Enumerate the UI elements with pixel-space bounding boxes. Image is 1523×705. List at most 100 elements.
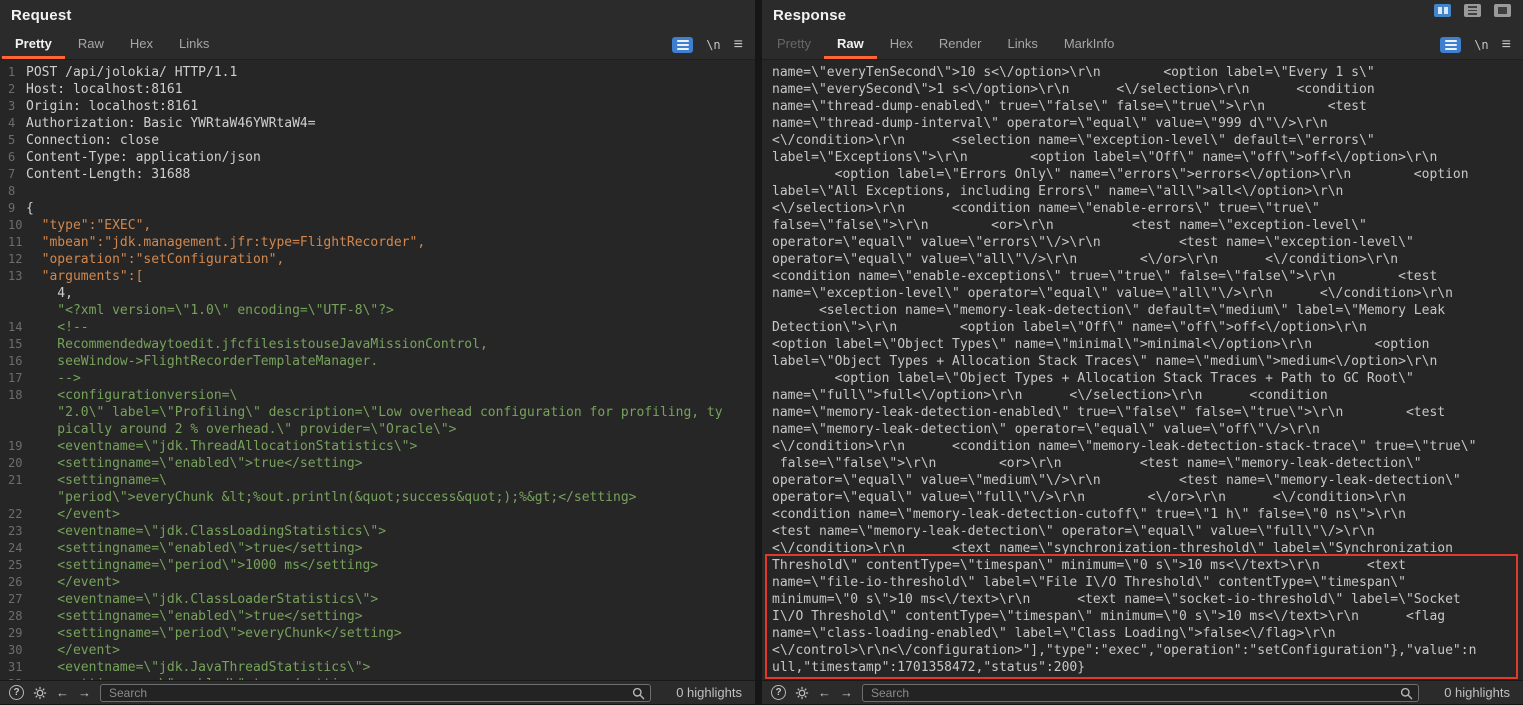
request-line: 31 <eventname=\"jdk.JavaThreadStatistics…: [0, 659, 755, 676]
panel-splitter[interactable]: [755, 0, 762, 704]
response-line: operator=\"equal\" value=\"medium\"\/>\r…: [762, 472, 1523, 489]
response-line: I\/O Threshold\" contentType=\"timespan\…: [762, 608, 1523, 625]
line-number: 14: [0, 319, 26, 336]
response-tab-markinfo[interactable]: MarkInfo: [1051, 30, 1128, 59]
line-number: [0, 489, 26, 506]
line-text: <settingname=\"enabled\">true</setting>: [26, 676, 363, 680]
request-tab-pretty[interactable]: Pretty: [2, 30, 65, 59]
response-tab-hex[interactable]: Hex: [877, 30, 926, 59]
response-line: name=\"file-io-threshold\" label=\"File …: [762, 574, 1523, 591]
line-number: 30: [0, 642, 26, 659]
nonprintable-chars-toggle[interactable]: \n: [1474, 38, 1488, 52]
response-editor[interactable]: name=\"everyTenSecond\">10 s<\/option>\r…: [762, 60, 1523, 680]
line-text: <settingname=\"period\">1000 ms</setting…: [26, 557, 378, 574]
line-text: <settingname=\: [26, 472, 167, 489]
line-number: 21: [0, 472, 26, 489]
nonprintable-chars-toggle[interactable]: \n: [706, 38, 720, 52]
response-line: label=\"Exceptions\">\r\n <option label=…: [762, 149, 1523, 166]
help-icon[interactable]: ?: [9, 685, 24, 700]
line-number: 26: [0, 574, 26, 591]
previous-match-button[interactable]: ←: [56, 685, 69, 700]
response-tabbar: PrettyRawHexRenderLinksMarkInfo \n ≡: [762, 30, 1523, 60]
beautify-icon[interactable]: [1440, 37, 1461, 53]
line-number: 13: [0, 268, 26, 285]
line-text: "period\">everyChunk &lt;%out.println(&q…: [26, 489, 636, 506]
previous-match-button[interactable]: ←: [818, 685, 831, 700]
request-panel: Request PrettyRawHexLinks \n ≡ 1POST /ap…: [0, 0, 755, 704]
response-raw-text: name=\"everyTenSecond\">10 s<\/option>\r…: [762, 64, 1523, 676]
response-tab-raw[interactable]: Raw: [824, 30, 877, 59]
response-line: name=\"memory-leak-detection\" operator=…: [762, 421, 1523, 438]
request-line: 30 </event>: [0, 642, 755, 659]
response-tab-pretty[interactable]: Pretty: [764, 30, 824, 59]
line-number: 27: [0, 591, 26, 608]
response-line: <condition name=\"enable-exceptions\" tr…: [762, 268, 1523, 285]
line-number: 9: [0, 200, 26, 217]
response-line: name=\"exception-level\" operator=\"equa…: [762, 285, 1523, 302]
next-match-button[interactable]: →: [840, 685, 853, 700]
response-tabs: PrettyRawHexRenderLinksMarkInfo: [762, 30, 1127, 59]
request-search-field: [100, 684, 651, 702]
search-settings-gear-icon[interactable]: [795, 686, 809, 700]
next-match-button[interactable]: →: [78, 685, 91, 700]
response-searchbar: ? ← → 0 highlights: [762, 680, 1523, 704]
request-searchbar: ? ← → 0 highlights: [0, 680, 755, 704]
request-line: 23 <eventname=\"jdk.ClassLoadingStatisti…: [0, 523, 755, 540]
line-number: 12: [0, 251, 26, 268]
line-text: Content-Length: 31688: [26, 166, 190, 183]
search-icon[interactable]: [1400, 687, 1413, 705]
layout-columns-button[interactable]: [1434, 4, 1451, 17]
request-search-input[interactable]: [100, 684, 651, 702]
beautify-icon[interactable]: [672, 37, 693, 53]
response-line: <test name=\"memory-leak-detection\" ope…: [762, 523, 1523, 540]
request-line: 10 "type":"EXEC",: [0, 217, 755, 234]
request-line: "period\">everyChunk &lt;%out.println(&q…: [0, 489, 755, 506]
request-line: 19 <eventname=\"jdk.ThreadAllocationStat…: [0, 438, 755, 455]
editor-menu-icon[interactable]: ≡: [1502, 37, 1511, 53]
line-text: "type":"EXEC",: [26, 217, 151, 234]
response-line: <\/selection>\r\n <condition name=\"enab…: [762, 200, 1523, 217]
line-number: 20: [0, 455, 26, 472]
search-settings-gear-icon[interactable]: [33, 686, 47, 700]
line-number: 19: [0, 438, 26, 455]
request-line: 20 <settingname=\"enabled\">true</settin…: [0, 455, 755, 472]
line-text: POST /api/jolokia/ HTTP/1.1: [26, 64, 237, 81]
request-editor[interactable]: 1POST /api/jolokia/ HTTP/1.12Host: local…: [0, 60, 755, 680]
request-line: 17 -->: [0, 370, 755, 387]
response-search-input[interactable]: [862, 684, 1419, 702]
response-line: false=\"false\">\r\n <or>\r\n <test name…: [762, 455, 1523, 472]
request-line: 3Origin: localhost:8161: [0, 98, 755, 115]
line-text: seeWindow->FlightRecorderTemplateManager…: [26, 353, 378, 370]
request-tab-raw[interactable]: Raw: [65, 30, 117, 59]
line-text: </event>: [26, 574, 120, 591]
request-line: 11 "mbean":"jdk.management.jfr:type=Flig…: [0, 234, 755, 251]
request-highlights-count: 0 highlights: [660, 685, 746, 700]
response-line: <\/condition>\r\n <selection name=\"exce…: [762, 132, 1523, 149]
http-message-viewer: Request PrettyRawHexLinks \n ≡ 1POST /ap…: [0, 0, 1523, 704]
layout-controls: [1434, 4, 1511, 17]
line-number: [0, 421, 26, 438]
request-tab-hex[interactable]: Hex: [117, 30, 166, 59]
search-icon[interactable]: [632, 687, 645, 705]
request-tab-links[interactable]: Links: [166, 30, 222, 59]
line-number: [0, 285, 26, 302]
line-text: {: [26, 200, 34, 217]
response-title: Response: [773, 7, 846, 24]
layout-rows-button[interactable]: [1464, 4, 1481, 17]
request-line: 21 <settingname=\: [0, 472, 755, 489]
response-tab-links[interactable]: Links: [994, 30, 1050, 59]
line-text: Recommendedwaytoedit.jfcfilesistouseJava…: [26, 336, 488, 353]
line-number: 5: [0, 132, 26, 149]
request-line: "<?xml version=\"1.0\" encoding=\"UTF-8\…: [0, 302, 755, 319]
request-line: 14 <!--: [0, 319, 755, 336]
request-line: 13 "arguments":[: [0, 268, 755, 285]
layout-single-button[interactable]: [1494, 4, 1511, 17]
response-line: <condition name=\"memory-leak-detection-…: [762, 506, 1523, 523]
request-line: 24 <settingname=\"enabled\">true</settin…: [0, 540, 755, 557]
response-highlights-count: 0 highlights: [1428, 685, 1514, 700]
response-line: <\/condition>\r\n <condition name=\"memo…: [762, 438, 1523, 455]
response-line: <selection name=\"memory-leak-detection\…: [762, 302, 1523, 319]
editor-menu-icon[interactable]: ≡: [734, 37, 743, 53]
help-icon[interactable]: ?: [771, 685, 786, 700]
response-tab-render[interactable]: Render: [926, 30, 995, 59]
